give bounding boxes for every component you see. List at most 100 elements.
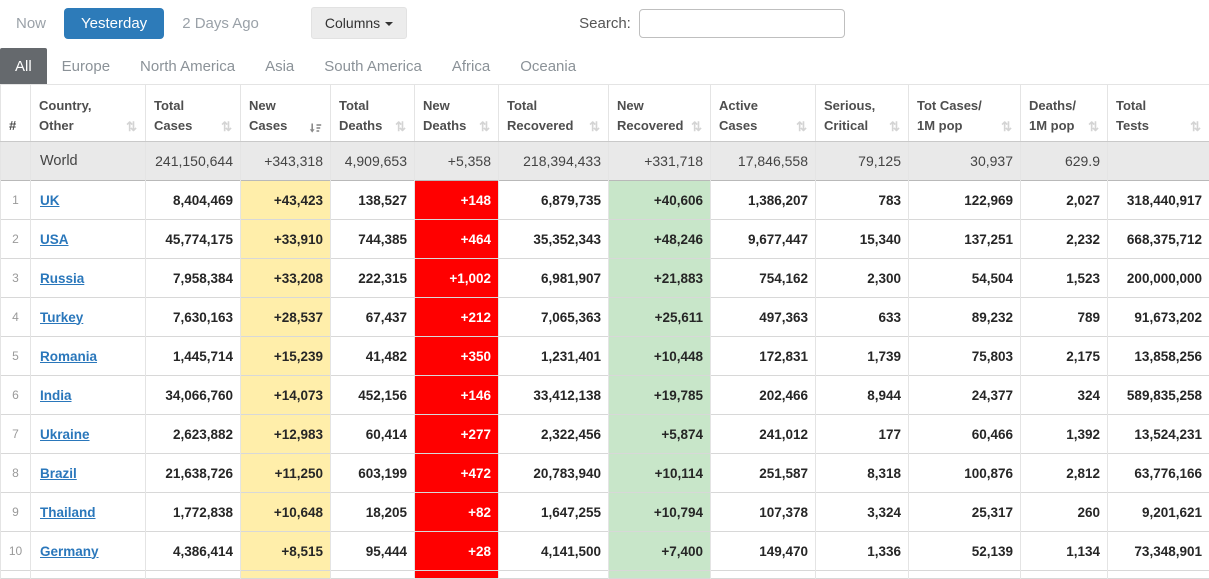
cell-total_cases: 7,630,163: [146, 298, 241, 337]
world-summary-row: World241,150,644+343,3184,909,653+5,3582…: [1, 142, 1209, 181]
country-link[interactable]: Brazil: [40, 466, 77, 481]
cell-rank: 9: [1, 493, 31, 532]
column-label-country: Country,Other: [39, 96, 91, 135]
cell-serious_critical: 2,300: [816, 259, 909, 298]
table-row-romania: 5Romania1,445,714+15,23941,482+3501,231,…: [1, 337, 1209, 376]
country-link[interactable]: Thailand: [40, 505, 96, 520]
column-header-total_tests[interactable]: TotalTests⇅: [1108, 85, 1209, 142]
column-label-new_cases: NewCases: [249, 96, 287, 135]
tab-north-america[interactable]: North America: [125, 48, 250, 84]
country-link[interactable]: UK: [40, 193, 60, 208]
column-header-country[interactable]: Country,Other⇅: [31, 85, 146, 142]
column-header-deaths_1m[interactable]: Deaths/1M pop⇅: [1021, 85, 1108, 142]
tab-south-america[interactable]: South America: [309, 48, 437, 84]
cell-active_cases: 1,386,207: [711, 181, 816, 220]
country-link[interactable]: India: [40, 388, 72, 403]
now-button[interactable]: Now: [14, 9, 48, 38]
cell-active_cases: 497,363: [711, 298, 816, 337]
cell-total_tests: 13,524,231: [1108, 415, 1209, 454]
country-link[interactable]: Russia: [40, 271, 84, 286]
sort-toggle-icon: ⇅: [889, 119, 900, 135]
cell-total_recovered: 1,647,255: [499, 493, 609, 532]
cell-active_cases: 241,012: [711, 415, 816, 454]
table-header-row: #Country,Other⇅TotalCases⇅NewCasesTotalD…: [1, 85, 1209, 142]
cell-new_recovered: +10,448: [609, 337, 711, 376]
cell-new_deaths: +277: [415, 415, 499, 454]
cell-country: Brazil: [31, 454, 146, 493]
cell-rank: 10: [1, 532, 31, 571]
caret-down-icon: [385, 22, 393, 26]
cell-tot_cases_1m: 30,937: [909, 142, 1021, 181]
tab-asia[interactable]: Asia: [250, 48, 309, 84]
column-label-new_deaths: NewDeaths: [423, 96, 466, 135]
cell-serious_critical: 783: [816, 181, 909, 220]
column-header-serious_critical[interactable]: Serious,Critical⇅: [816, 85, 909, 142]
column-header-total_recovered[interactable]: TotalRecovered⇅: [499, 85, 609, 142]
column-header-tot_cases_1m[interactable]: Tot Cases/1M pop⇅: [909, 85, 1021, 142]
cell-total_tests: 589,835,258: [1108, 376, 1209, 415]
cell-active_cases: 149,470: [711, 532, 816, 571]
two-days-ago-button[interactable]: 2 Days Ago: [180, 9, 261, 38]
cell-active_cases: 172,831: [711, 337, 816, 376]
sort-toggle-icon: ⇅: [1088, 119, 1099, 135]
cell-new_cases: +43,423: [241, 181, 331, 220]
cell-new_recovered: +5,874: [609, 415, 711, 454]
tab-all[interactable]: All: [0, 48, 47, 84]
cell-total_cases: 1,772,838: [146, 493, 241, 532]
cell-total_deaths: 41,482: [331, 337, 415, 376]
columns-dropdown-button[interactable]: Columns: [311, 7, 407, 39]
cell-rank: 2: [1, 220, 31, 259]
table-row-ukraine: 7Ukraine2,623,882+12,98360,414+2772,322,…: [1, 415, 1209, 454]
yesterday-button[interactable]: Yesterday: [64, 8, 164, 39]
column-header-new_deaths[interactable]: NewDeaths⇅: [415, 85, 499, 142]
column-header-active_cases[interactable]: ActiveCases⇅: [711, 85, 816, 142]
cell-total_deaths: 138,527: [331, 181, 415, 220]
cell-total_tests: 200,000,000: [1108, 259, 1209, 298]
cell-total_cases: 45,774,175: [146, 220, 241, 259]
sort-toggle-icon: ⇅: [1190, 119, 1201, 135]
cell-new_recovered: +40,606: [609, 181, 711, 220]
cell-rank: 1: [1, 181, 31, 220]
sort-toggle-icon: ⇅: [395, 119, 406, 135]
column-header-new_recovered[interactable]: NewRecovered⇅: [609, 85, 711, 142]
country-link[interactable]: Romania: [40, 349, 97, 364]
country-link[interactable]: Turkey: [40, 310, 83, 325]
cell-rank: 5: [1, 337, 31, 376]
tab-europe[interactable]: Europe: [47, 48, 125, 84]
tab-oceania[interactable]: Oceania: [505, 48, 591, 84]
country-link[interactable]: Germany: [40, 544, 99, 559]
cell-tot_cases_1m: 122,969: [909, 181, 1021, 220]
cell-total_recovered: 218,394,433: [499, 142, 609, 181]
country-link[interactable]: Ukraine: [40, 427, 90, 442]
column-header-new_cases[interactable]: NewCases: [241, 85, 331, 142]
cell-tot_cases_1m: 24,377: [909, 376, 1021, 415]
cell-country: Russia: [31, 259, 146, 298]
country-link[interactable]: USA: [40, 232, 69, 247]
cell-rank: [1, 142, 31, 181]
sort-toggle-icon: ⇅: [221, 119, 232, 135]
cell-total_deaths: 60,414: [331, 415, 415, 454]
cell-total_cases: 241,150,644: [146, 142, 241, 181]
cell-total_cases: 21,638,726: [146, 454, 241, 493]
tab-africa[interactable]: Africa: [437, 48, 505, 84]
cell-deaths_1m: 2,812: [1021, 454, 1108, 493]
cell-new_cases: +28,537: [241, 298, 331, 337]
covid-stats-page: Now Yesterday 2 Days Ago Columns Search:…: [0, 0, 1209, 579]
cell-total_deaths: 744,385: [331, 220, 415, 259]
cell-deaths_1m: 2,175: [1021, 337, 1108, 376]
cell-tot_cases_1m: 54,504: [909, 259, 1021, 298]
cell-total_tests: 668,375,712: [1108, 220, 1209, 259]
cell-total_recovered: 2,322,456: [499, 415, 609, 454]
cell-new_recovered: +10,794: [609, 493, 711, 532]
table-row-germany: 10Germany4,386,414+8,51595,444+284,141,5…: [1, 532, 1209, 571]
cell-rank: 4: [1, 298, 31, 337]
cell-tot_cases_1m: 52,139: [909, 532, 1021, 571]
covid-table: #Country,Other⇅TotalCases⇅NewCasesTotalD…: [0, 84, 1209, 579]
cell-new_cases: +15,239: [241, 337, 331, 376]
cell-total_deaths: 222,315: [331, 259, 415, 298]
cell-new_cases: +10,648: [241, 493, 331, 532]
column-header-total_cases[interactable]: TotalCases⇅: [146, 85, 241, 142]
column-header-total_deaths[interactable]: TotalDeaths⇅: [331, 85, 415, 142]
cell-new_cases: +12,983: [241, 415, 331, 454]
search-input[interactable]: [639, 9, 845, 38]
